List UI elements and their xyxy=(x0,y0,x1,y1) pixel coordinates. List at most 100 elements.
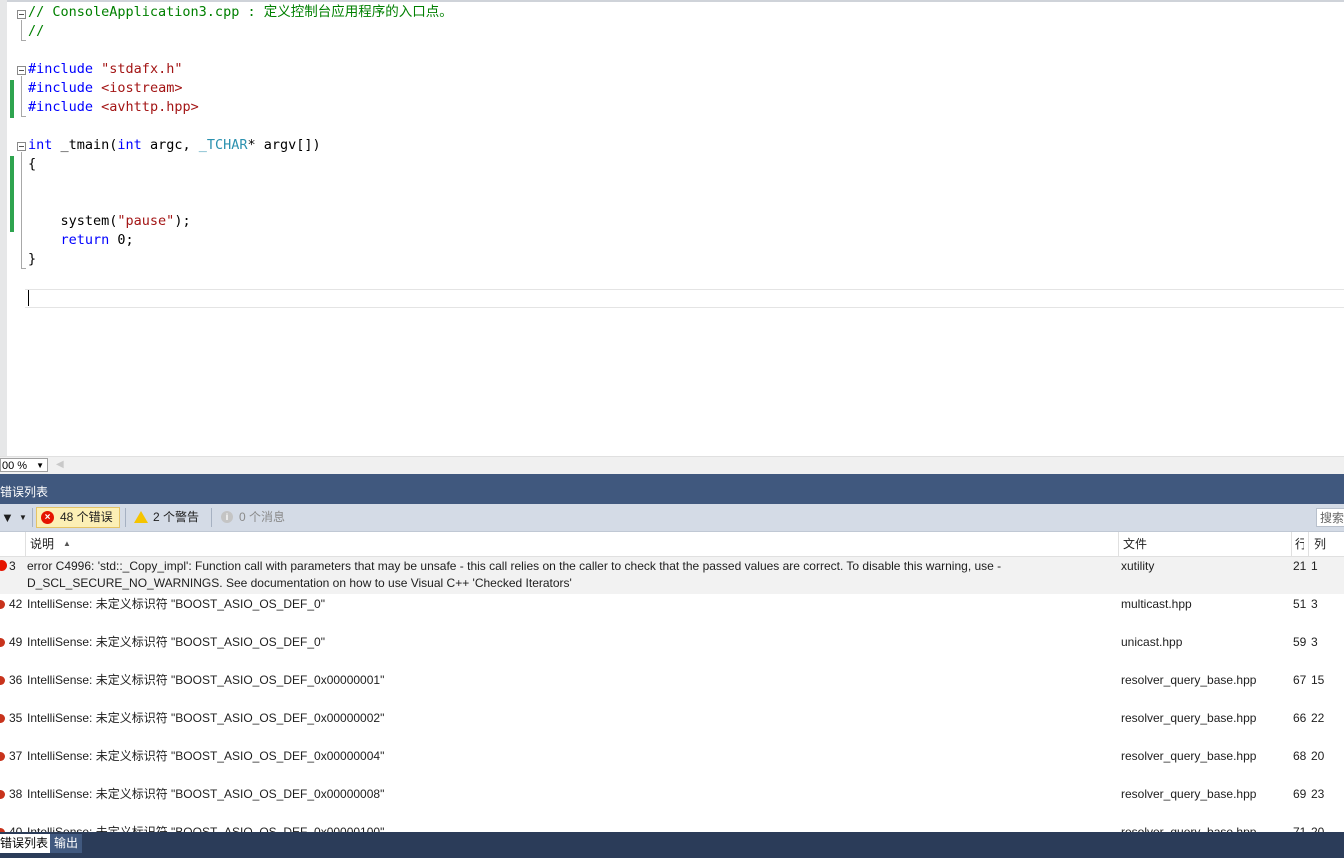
fold-guide xyxy=(21,152,22,268)
code-line[interactable]: // xyxy=(28,22,44,41)
tab-output[interactable]: 输出 xyxy=(50,834,83,853)
code-line[interactable]: return 0; xyxy=(28,231,134,250)
code-editor[interactable]: // ConsoleApplication3.cpp : 定义控制台应用程序的入… xyxy=(0,0,1344,456)
chevron-down-icon[interactable]: ▼ xyxy=(19,507,27,528)
row-description: IntelliSense: 未定义标识符 "BOOST_ASIO_OS_DEF_… xyxy=(27,673,385,687)
fold-guide-end xyxy=(21,268,26,269)
row-description: error C4996: 'std::_Copy_impl': Function… xyxy=(27,559,1002,573)
table-row[interactable]: 35 IntelliSense: 未定义标识符 "BOOST_ASIO_OS_DE… xyxy=(0,709,1344,747)
row-line: 51 xyxy=(1293,597,1307,611)
messages-filter-button[interactable]: i 0 个消息 xyxy=(219,507,293,528)
search-input[interactable]: 搜索 xyxy=(1316,508,1344,527)
code-token: return xyxy=(60,232,110,248)
editor-status-strip: 00 % ▼ ◀ xyxy=(0,456,1344,475)
row-file: resolver_query_base.hpp xyxy=(1121,749,1257,763)
code-line[interactable]: #include <avhttp.hpp> xyxy=(28,98,199,117)
collapse-main-icon[interactable] xyxy=(17,142,26,151)
row-line: 67 xyxy=(1293,673,1307,687)
error-list-header: 说明 ▲ 文件 行 列 xyxy=(0,532,1344,557)
row-description: IntelliSense: 未定义标识符 "BOOST_ASIO_OS_DEF_… xyxy=(27,749,385,763)
zoom-dropdown[interactable]: 00 % ▼ xyxy=(0,458,48,472)
code-token: <avhttp.hpp> xyxy=(101,99,199,115)
code-line[interactable]: { xyxy=(28,155,36,174)
row-description: IntelliSense: 未定义标识符 "BOOST_ASIO_OS_DEF_… xyxy=(27,711,385,725)
code-token: _tmain( xyxy=(52,137,118,153)
header-column[interactable]: 列 xyxy=(1314,532,1326,556)
column-divider[interactable] xyxy=(25,532,26,556)
row-line: 21 xyxy=(1293,559,1307,573)
fold-guide-end xyxy=(21,40,26,41)
intellisense-error-icon xyxy=(0,676,5,685)
row-file: resolver_query_base.hpp xyxy=(1121,711,1257,725)
fold-guide xyxy=(21,76,22,116)
header-line[interactable]: 行 xyxy=(1295,532,1304,556)
header-description[interactable]: 说明 xyxy=(30,532,54,556)
column-divider[interactable] xyxy=(1118,532,1119,556)
chevron-down-icon: ▼ xyxy=(36,461,44,470)
code-token: * argv[]) xyxy=(247,137,321,153)
row-file: resolver_query_base.hpp xyxy=(1121,673,1257,687)
row-line: 59 xyxy=(1293,635,1307,649)
error-list-toolbar: ▼ ▼ × 48 个错误 2 个警告 i 0 个消息 搜索 xyxy=(0,504,1344,532)
toolbar-divider xyxy=(211,508,212,527)
search-placeholder: 搜索 xyxy=(1320,511,1344,525)
code-line[interactable]: system("pause"); xyxy=(28,212,191,231)
editor-margin xyxy=(0,0,7,456)
code-token: } xyxy=(28,251,37,267)
errors-filter-button[interactable]: × 48 个错误 xyxy=(36,507,120,528)
error-icon xyxy=(0,560,7,571)
table-row[interactable]: 3 error C4996: 'std::_Copy_impl': Functio… xyxy=(0,557,1344,594)
intellisense-error-icon xyxy=(0,752,5,761)
code-token: "pause" xyxy=(117,213,175,229)
filter-icon[interactable]: ▼ xyxy=(1,507,14,528)
table-row[interactable]: 36 IntelliSense: 未定义标识符 "BOOST_ASIO_OS_DE… xyxy=(0,671,1344,709)
code-token: int xyxy=(28,137,53,153)
row-line: 66 xyxy=(1293,711,1307,725)
intellisense-error-icon xyxy=(0,790,5,799)
error-icon: × xyxy=(41,511,54,524)
code-line[interactable]: int _tmain(int argc, _TCHAR* argv[]) xyxy=(28,136,321,155)
code-line[interactable]: // ConsoleApplication3.cpp : 定义控制台应用程序的入… xyxy=(28,3,453,22)
row-column: 15 xyxy=(1311,673,1325,687)
row-description: IntelliSense: 未定义标识符 "BOOST_ASIO_OS_DEF_… xyxy=(27,787,385,801)
row-column: 3 xyxy=(1311,597,1318,611)
table-row[interactable]: 42 IntelliSense: 未定义标识符 "BOOST_ASIO_OS_DE… xyxy=(0,595,1344,633)
code-token: #include xyxy=(28,61,94,77)
fold-guide xyxy=(21,20,22,40)
scroll-left-icon[interactable]: ◀ xyxy=(56,459,64,470)
row-line: 68 xyxy=(1293,749,1307,763)
table-row[interactable]: 38 IntelliSense: 未定义标识符 "BOOST_ASIO_OS_DE… xyxy=(0,785,1344,823)
table-row[interactable]: 37 IntelliSense: 未定义标识符 "BOOST_ASIO_OS_DE… xyxy=(0,747,1344,785)
collapse-includes-icon[interactable] xyxy=(17,66,26,75)
code-token: { xyxy=(28,156,37,172)
code-token: ); xyxy=(174,213,191,229)
row-column: 1 xyxy=(1311,559,1318,573)
code-token: #include xyxy=(28,99,94,115)
code-token: _TCHAR xyxy=(198,137,248,153)
warnings-filter-button[interactable]: 2 个警告 xyxy=(132,507,208,528)
row-column: 3 xyxy=(1311,635,1318,649)
code-line[interactable]: } xyxy=(28,250,36,269)
tab-error-list[interactable]: 错误列表 xyxy=(0,834,53,853)
header-file[interactable]: 文件 xyxy=(1123,532,1147,556)
row-number: 36 xyxy=(9,673,23,687)
code-token: "stdafx.h" xyxy=(101,61,183,77)
code-token: argc, xyxy=(141,137,199,153)
row-description-continued: D_SCL_SECURE_NO_WARNINGS. See documentat… xyxy=(27,576,572,590)
table-row[interactable]: 49 IntelliSense: 未定义标识符 "BOOST_ASIO_OS_DE… xyxy=(0,633,1344,671)
row-column: 22 xyxy=(1311,711,1325,725)
row-line: 69 xyxy=(1293,787,1307,801)
toolbar-divider xyxy=(32,508,33,527)
collapse-comment-icon[interactable] xyxy=(17,10,26,19)
code-line[interactable]: #include <iostream> xyxy=(28,79,182,98)
column-divider[interactable] xyxy=(1308,532,1309,556)
info-icon: i xyxy=(221,511,233,523)
row-description: IntelliSense: 未定义标识符 "BOOST_ASIO_OS_DEF_… xyxy=(27,635,325,649)
code-line[interactable]: #include "stdafx.h" xyxy=(28,60,182,79)
errors-count-label: 48 个错误 xyxy=(60,510,113,524)
warning-icon xyxy=(134,511,148,523)
error-list-panel-title: 错误列表 xyxy=(0,474,1344,504)
column-divider[interactable] xyxy=(1291,532,1292,556)
